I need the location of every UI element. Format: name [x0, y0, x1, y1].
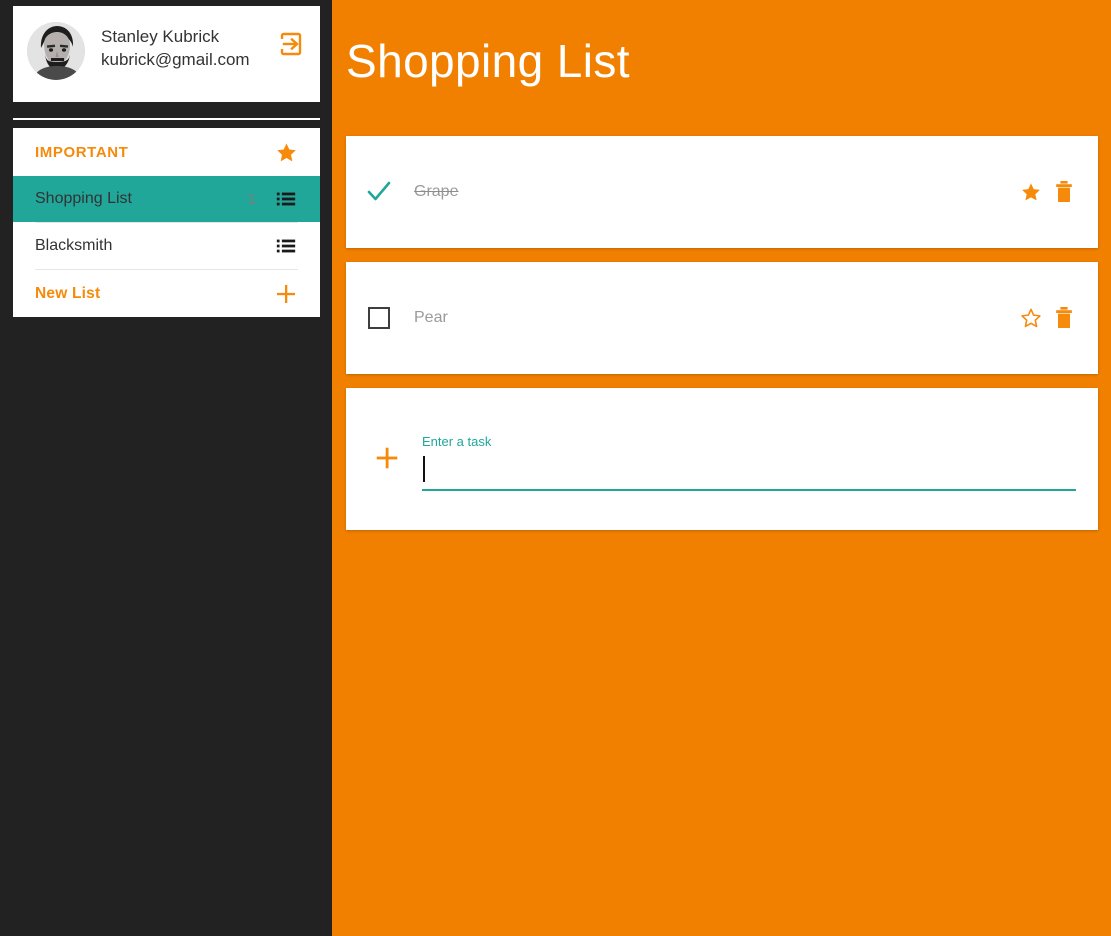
- add-task-button[interactable]: [372, 444, 402, 474]
- user-info: Stanley Kubrick kubrick@gmail.com: [101, 20, 276, 71]
- task-label: Grape: [414, 183, 459, 200]
- sidebar-item-label: New List: [35, 284, 101, 302]
- sidebar-item-important[interactable]: IMPORTANT: [13, 128, 320, 176]
- star-filled-icon[interactable]: [1019, 179, 1043, 205]
- list-icon[interactable]: [274, 187, 298, 211]
- task-label: Pear: [414, 309, 448, 326]
- add-task-field-wrapper: Enter a task: [422, 428, 1076, 491]
- sidebar: Stanley Kubrick kubrick@gmail.com IMPORT…: [0, 0, 332, 936]
- text-caret: [423, 455, 425, 482]
- user-email: kubrick@gmail.com: [101, 50, 250, 69]
- checkbox-box: [368, 307, 390, 329]
- logout-icon: [278, 31, 304, 60]
- check-icon[interactable]: [364, 177, 394, 207]
- list-icon[interactable]: [274, 234, 298, 258]
- sidebar-item-label: Shopping List: [35, 190, 132, 207]
- plus-icon[interactable]: [274, 282, 298, 306]
- star-filled-icon[interactable]: [274, 140, 298, 164]
- sidebar-item-new-list[interactable]: New List: [13, 270, 320, 317]
- sidebar-item-shopping-list[interactable]: Shopping List 1: [13, 176, 320, 222]
- task-list: Grape Pear Enter a task: [346, 136, 1098, 544]
- checkbox-empty-icon[interactable]: [364, 303, 394, 333]
- logout-button[interactable]: [276, 30, 306, 60]
- trash-icon[interactable]: [1052, 305, 1076, 331]
- page-title: Shopping List: [346, 35, 630, 87]
- task-actions: [1019, 305, 1076, 331]
- trash-icon[interactable]: [1052, 179, 1076, 205]
- lists-card: IMPORTANT Shopping List 1 Blacksmith New…: [13, 128, 320, 317]
- plus-icon: [374, 445, 400, 474]
- sidebar-item-count: 1: [247, 190, 256, 208]
- task-row[interactable]: Grape: [346, 136, 1098, 248]
- app-root: Stanley Kubrick kubrick@gmail.com IMPORT…: [0, 0, 1111, 936]
- star-outline-icon[interactable]: [1019, 305, 1043, 331]
- sidebar-divider: [13, 118, 320, 120]
- add-task-input[interactable]: [422, 456, 1076, 491]
- sidebar-item-blacksmith[interactable]: Blacksmith: [13, 223, 320, 269]
- sidebar-item-label: IMPORTANT: [35, 143, 129, 161]
- user-name: Stanley Kubrick: [101, 27, 220, 46]
- task-actions: [1019, 179, 1076, 205]
- task-row[interactable]: Pear: [346, 262, 1098, 374]
- avatar: [27, 22, 85, 80]
- sidebar-item-label: Blacksmith: [35, 237, 113, 254]
- add-task-label: Enter a task: [422, 433, 492, 449]
- add-task-card: Enter a task: [346, 388, 1098, 530]
- main-content: Shopping List Grape Pear Enter a task: [332, 0, 1111, 936]
- user-card: Stanley Kubrick kubrick@gmail.com: [13, 6, 320, 102]
